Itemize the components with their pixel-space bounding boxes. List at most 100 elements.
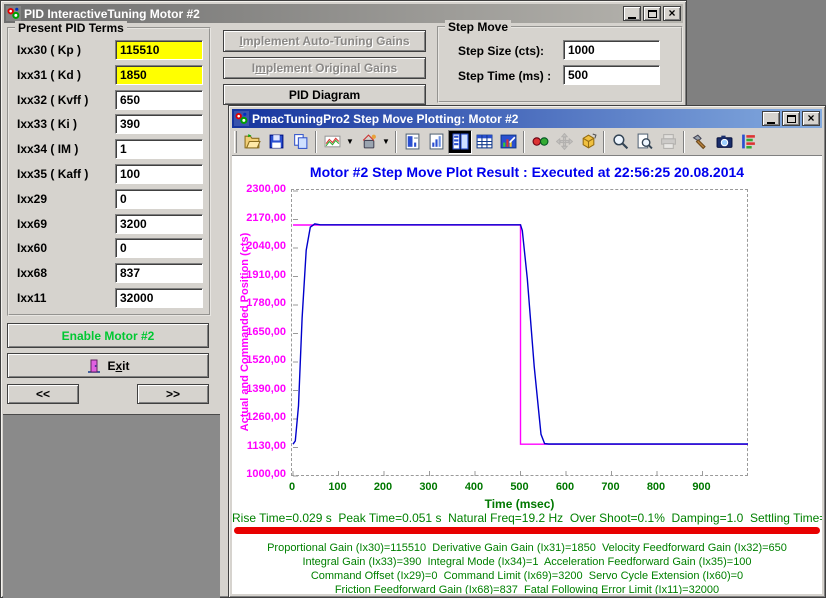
pid-row-label: Ixx32 ( Kvff ) (17, 92, 89, 107)
close-button[interactable]: × (802, 111, 820, 126)
x-tick-label: 600 (555, 481, 575, 493)
pid-row-label: Ixx33 ( Ki ) (17, 117, 78, 132)
tools-icon[interactable] (688, 130, 712, 154)
toolbar-grip[interactable] (234, 130, 237, 153)
pid-row-label: Ixx35 ( Kaff ) (17, 167, 89, 181)
y-tick-label: 1390,00 (246, 382, 286, 395)
plot-client-area: Motor #2 Step Move Plot Result : Execute… (232, 156, 822, 594)
step-size-input[interactable] (563, 40, 660, 60)
pid-row-input[interactable] (115, 40, 203, 60)
y-tick-label: 2170,00 (246, 211, 286, 224)
y-tick-label: 1520,00 (246, 354, 286, 366)
y-tick-label: 1130,00 (246, 439, 286, 452)
x-tick-label: 900 (692, 481, 711, 493)
chart-wizard-icon[interactable] (496, 130, 520, 154)
step-move-group: Step Move Step Size (cts): Step Time (ms… (437, 20, 683, 103)
pid-row-label: Ixx11 (17, 291, 47, 305)
paint-icon[interactable] (356, 130, 380, 154)
open-folder-icon[interactable] (240, 130, 264, 154)
app-logo-icon (234, 111, 249, 126)
pid-row-label: Ixx29 (17, 191, 48, 206)
glasses-3d-icon[interactable] (528, 130, 552, 154)
step-move-plot-window: PmacTuningPro2 Step Move Plotting: Motor… (228, 105, 826, 598)
pid-row-input[interactable] (115, 89, 203, 110)
y-tick-label: 2040,00 (246, 240, 286, 252)
next-motor-button[interactable]: >> (137, 384, 209, 404)
exit-label: Exit (107, 358, 130, 373)
zoom-page-icon[interactable] (632, 130, 656, 154)
dropdown-arrow-icon[interactable]: ▼ (344, 130, 356, 154)
plot-area[interactable] (291, 189, 748, 477)
pid-row-input[interactable] (115, 263, 203, 284)
x-tick-label: 700 (601, 481, 620, 493)
pid-row-input[interactable] (115, 64, 203, 85)
x-tick-label: 0 (288, 481, 296, 493)
toolbar-separator (523, 130, 525, 153)
step-move-label: Step Move (445, 20, 512, 34)
pid-diagram-button[interactable]: PID Diagram (223, 84, 426, 105)
pid-row-input[interactable] (115, 238, 203, 259)
pid-row-input[interactable] (115, 114, 203, 135)
x-tick-label: 300 (419, 481, 438, 493)
maximize-button[interactable] (643, 6, 661, 21)
x-tick-label: 400 (464, 481, 484, 493)
x-tick-label: 800 (646, 481, 666, 493)
dropdown-arrow-icon[interactable]: ▼ (380, 130, 392, 154)
lower-dark-panel (3, 414, 220, 598)
pid-row-input[interactable] (115, 139, 203, 160)
maximize-button[interactable] (782, 111, 800, 126)
implement-auto-tuning-gains-button[interactable]: Implement Auto-Tuning Gains (223, 30, 426, 52)
rotate-3d-icon[interactable] (576, 130, 600, 154)
x-tick-label: 500 (510, 481, 529, 493)
minimize-button[interactable] (623, 6, 641, 21)
camera-icon[interactable] (712, 130, 736, 154)
pid-row-input[interactable] (115, 213, 203, 234)
pid-row-label: Ixx60 (17, 241, 48, 256)
zoom-icon[interactable] (608, 130, 632, 154)
gain-parameter-line: Integral Gain (Ix33)=390 Integral Mode (… (302, 556, 752, 568)
main-window-title: PID InteractiveTuning Motor #2 (24, 6, 200, 21)
plot-titlebar[interactable]: PmacTuningPro2 Step Move Plotting: Motor… (232, 109, 822, 128)
pid-row-label: Ixx30 ( Kp ) (17, 43, 82, 57)
step-time-label: Step Time (ms) : (458, 69, 552, 83)
legend-icon[interactable] (736, 130, 760, 154)
toolbar-separator (603, 130, 605, 153)
pid-row-input[interactable] (115, 188, 203, 209)
implement-original-gains-button[interactable]: Implement Original Gains (223, 57, 426, 79)
pid-row-label: Ixx31 ( Kd ) (17, 67, 82, 82)
gain-parameter-line: Command Offset (Ix29)=0 Command Limit (I… (310, 570, 744, 582)
copy-icon[interactable] (288, 130, 312, 154)
save-icon[interactable] (264, 130, 288, 154)
print-icon[interactable] (656, 130, 680, 154)
x-tick-label: 200 (373, 481, 393, 493)
pid-row-label: Ixx69 (17, 216, 48, 231)
toolbar-separator (395, 130, 397, 153)
step-size-label: Step Size (cts): (458, 44, 545, 58)
y-tick-label: 1910,00 (246, 268, 286, 281)
step-response-stats: Rise Time=0.029 s Peak Time=0.051 s Natu… (232, 511, 822, 525)
data-table-icon[interactable] (448, 129, 472, 154)
grid-icon[interactable] (472, 130, 496, 154)
plot-window-title: PmacTuningPro2 Step Move Plotting: Motor… (252, 111, 519, 126)
y-tick-label: 1260,00 (246, 411, 286, 423)
gain-parameter-line: Proportional Gain (Ix30)=115510 Derivati… (267, 542, 787, 554)
pan-icon[interactable] (552, 130, 576, 154)
report-column-icon[interactable] (424, 130, 448, 154)
gain-parameter-line: Friction Feedforward Gain (Ix68)=837 Fat… (334, 584, 720, 594)
minimize-button[interactable] (762, 111, 780, 126)
chart-type-icon[interactable] (320, 130, 344, 154)
y-tick-label: 1780,00 (246, 297, 286, 309)
series-commanded-position (293, 224, 748, 445)
exit-button[interactable]: Exit (7, 353, 209, 378)
close-button[interactable]: × (663, 6, 681, 21)
pid-row-input[interactable] (115, 288, 203, 308)
y-tick-label: 1650,00 (246, 325, 286, 338)
prev-motor-button[interactable]: << (7, 384, 79, 404)
pid-row-input[interactable] (115, 164, 203, 184)
enable-motor-button[interactable]: Enable Motor #2 (7, 323, 209, 348)
step-time-input[interactable] (563, 65, 660, 85)
x-tick-label: 100 (328, 481, 347, 493)
pid-row-label: Ixx68 (17, 266, 48, 281)
report-bar-icon[interactable] (400, 130, 424, 154)
plot-canvas (292, 190, 748, 477)
